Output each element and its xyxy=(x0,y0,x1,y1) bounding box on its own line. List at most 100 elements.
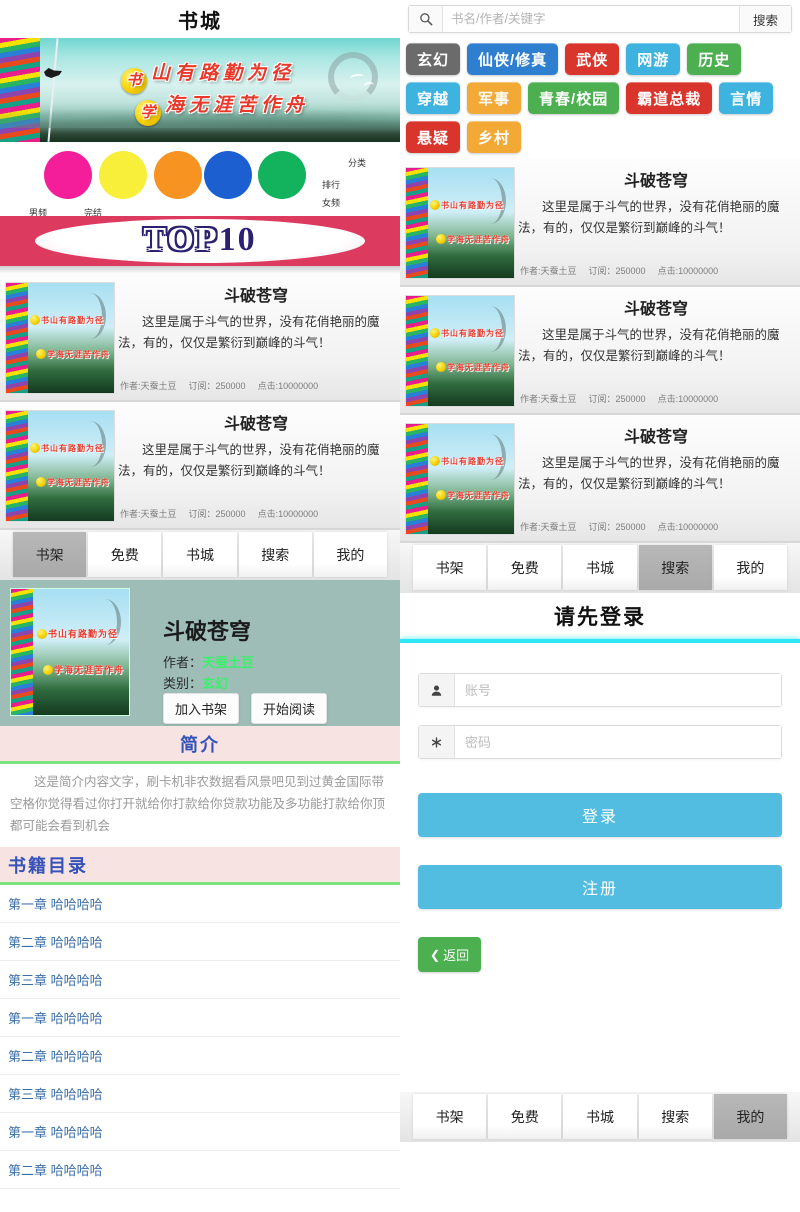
tab-spacer xyxy=(788,1092,800,1142)
top10-word: TOP xyxy=(143,221,219,259)
book-author: 作者:天蚕土豆 xyxy=(520,394,577,404)
book-card[interactable]: 书山有路勤为径 学海无涯苦作舟 斗破苍穹 这里是属于斗气的世界，没有花俏艳丽的魔法，有… xyxy=(400,415,800,543)
start-reading-button[interactable]: 开始阅读 xyxy=(251,693,328,724)
book-meta: 作者:天蚕土豆 订阅：250000 点击:10000000 xyxy=(520,392,730,405)
tab-item[interactable]: 书城 xyxy=(163,532,237,577)
nav-label-ranking[interactable]: 排行 xyxy=(322,178,340,191)
chapter-item[interactable]: 第二章 哈哈哈哈 xyxy=(0,923,400,961)
tab-active-item[interactable]: 我的 xyxy=(713,1094,788,1139)
tab-item[interactable]: 书架 xyxy=(413,1094,487,1139)
cover-slogan-line2-text: 学海无涯苦作舟 xyxy=(47,350,110,359)
book-meta: 作者:天蚕土豆 订阅：250000 点击:10000000 xyxy=(520,520,730,533)
nav-circle-ranking[interactable] xyxy=(204,151,252,199)
tab-item[interactable]: 免费 xyxy=(488,545,562,590)
chapter-item[interactable]: 第一章 哈哈哈哈 xyxy=(0,999,400,1037)
tab-item[interactable]: 我的 xyxy=(313,532,388,577)
tab-item[interactable]: 书架 xyxy=(413,545,487,590)
book-clicks: 点击:10000000 xyxy=(657,266,719,276)
top10-number: 10 xyxy=(218,221,257,259)
password-input[interactable] xyxy=(455,726,781,758)
cover-badge-icon xyxy=(36,349,46,359)
chapter-item[interactable]: 第二章 哈哈哈哈 xyxy=(0,1151,400,1189)
chapter-item[interactable]: 第三章 哈哈哈哈 xyxy=(0,1075,400,1113)
book-card[interactable]: 书山有路勤为径 学海无涯苦作舟 斗破苍穹 这里是属于斗气的世界，没有花俏艳丽的魔法，有… xyxy=(400,159,800,287)
tab-item[interactable]: 书城 xyxy=(563,545,637,590)
add-to-shelf-button[interactable]: 加入书架 xyxy=(163,693,240,724)
back-button[interactable]: ❮ 返回 xyxy=(418,937,482,972)
author-value: 天蚕土豆 xyxy=(202,655,255,670)
genre-tag[interactable]: 穿越 xyxy=(406,82,461,114)
book-clicks: 点击:10000000 xyxy=(657,522,719,532)
genre-tag[interactable]: 乡村 xyxy=(467,121,522,153)
book-detail-cover[interactable]: 书山有路勤为径 学海无涯苦作舟 xyxy=(10,588,130,716)
book-title: 斗破苍穹 xyxy=(223,416,288,433)
genre-tag[interactable]: 玄幻 xyxy=(406,43,461,75)
right-panel: 搜索 玄幻仙侠/修真武侠网游历史穿越军事青春/校园霸道总裁言情悬疑乡村 书山有路… xyxy=(400,0,800,1212)
tab-item[interactable]: 免费 xyxy=(488,1094,562,1139)
page-title: 书城 xyxy=(178,10,222,33)
cover-slogan-line2: 学海无涯苦作舟 xyxy=(43,663,124,676)
account-input[interactable] xyxy=(455,674,781,706)
genre-tag[interactable]: 霸道总裁 xyxy=(626,82,713,114)
genre-tag[interactable]: 军事 xyxy=(467,82,522,114)
book-detail-title: 斗破苍穹 xyxy=(163,619,252,644)
pencils-decoration xyxy=(406,424,428,534)
tab-item[interactable]: 搜索 xyxy=(238,532,312,577)
chapter-item[interactable]: 第三章 哈哈哈哈 xyxy=(0,961,400,999)
book-clicks: 点击:10000000 xyxy=(657,394,719,404)
book-cover: 书山有路勤为径 学海无涯苦作舟 xyxy=(405,423,515,535)
genre-tag[interactable]: 青春/校园 xyxy=(528,82,620,114)
search-button[interactable]: 搜索 xyxy=(739,6,791,32)
login-form: 登录 注册 ❮ 返回 xyxy=(400,643,800,972)
chapter-item[interactable]: 第一章 哈哈哈哈 xyxy=(0,1113,400,1151)
tab-item[interactable]: 搜索 xyxy=(638,1094,712,1139)
book-card[interactable]: 书山有路勤为径 学海无涯苦作舟 斗破苍穹这里是属于斗气的世界，没有花俏艳丽的魔法，有… xyxy=(0,402,400,530)
tab-item[interactable]: 免费 xyxy=(88,532,162,577)
genre-tag[interactable]: 言情 xyxy=(719,82,774,114)
password-field-group xyxy=(418,725,782,759)
book-cover: 书山有路勤为径 学海无涯苦作舟 xyxy=(5,410,115,522)
nav-label-category[interactable]: 分类 xyxy=(348,156,366,169)
nav-circle-male[interactable] xyxy=(44,151,92,199)
login-button[interactable]: 登录 xyxy=(418,793,782,837)
genre-tag[interactable]: 网游 xyxy=(626,43,681,75)
tab-item[interactable]: 书城 xyxy=(563,1094,637,1139)
book-title: 斗破苍穹 xyxy=(623,429,688,446)
genre-tag[interactable]: 悬疑 xyxy=(406,121,461,153)
tab-bar-bottom: 书架 免费 书城 搜索 我的 xyxy=(400,1092,800,1142)
intro-heading: 简介 xyxy=(180,734,220,755)
book-description: 这里是属于斗气的世界，没有花俏艳丽的魔法，有的，仅仅是繁衍到巅峰的斗气！ xyxy=(118,443,380,478)
tab-spacer xyxy=(400,1092,412,1142)
nav-label-female[interactable]: 女频 xyxy=(322,196,340,209)
chapter-list: 第一章 哈哈哈哈 第二章 哈哈哈哈 第三章 哈哈哈哈 第一章 哈哈哈哈 第二章 哈哈哈哈… xyxy=(0,885,400,1189)
cover-slogan-line2-text: 学海无涯苦作舟 xyxy=(47,478,110,487)
register-button[interactable]: 注册 xyxy=(418,865,782,909)
tab-active-item[interactable]: 搜索 xyxy=(638,545,712,590)
nav-circle-female[interactable] xyxy=(258,151,306,199)
nav-circle-finished[interactable] xyxy=(99,151,147,199)
book-meta: 作者:天蚕土豆 订阅：250000 点击:10000000 xyxy=(120,379,330,392)
book-card[interactable]: 书山有路勤为径 学海无涯苦作舟 斗破苍穹 这里是属于斗气的世界，没有花俏艳丽的魔法，有… xyxy=(0,274,400,402)
cover-slogan-line1-text: 书山有路勤为径 xyxy=(41,316,104,325)
intro-body-text: 这是简介内容文字，刷卡机非农数据看风景吧见到过黄金国际带空格你觉得看过你打开就给… xyxy=(10,775,386,833)
app-screenshot: 书城 书山有路勤为径 学海无涯苦作舟 男频 完结 分类 排行 女频 TOP10 … xyxy=(0,0,800,1212)
search-input[interactable] xyxy=(443,6,739,32)
cover-badge-icon xyxy=(37,629,47,639)
book-author: 作者:天蚕土豆 xyxy=(520,266,577,276)
nav-circle-category[interactable] xyxy=(154,151,202,199)
genre-tag[interactable]: 仙侠/修真 xyxy=(467,43,559,75)
chapter-item[interactable]: 第二章 哈哈哈哈 xyxy=(0,1037,400,1075)
genre-tag[interactable]: 历史 xyxy=(687,43,742,75)
chapter-item[interactable]: 第一章 哈哈哈哈 xyxy=(0,885,400,923)
tab-active-item[interactable]: 书架 xyxy=(13,532,87,577)
genre-tag[interactable]: 武侠 xyxy=(565,43,620,75)
book-description: 这里是属于斗气的世界，没有花俏艳丽的魔法，有的，仅仅是繁衍到巅峰的斗气！ xyxy=(518,328,780,363)
cover-slogan-line2-text: 学海无涯苦作舟 xyxy=(447,235,510,244)
book-card[interactable]: 书山有路勤为径 学海无涯苦作舟 斗破苍穹 这里是属于斗气的世界，没有花俏艳丽的魔法，有… xyxy=(400,287,800,415)
book-description: 这里是属于斗气的世界，没有花俏艳丽的魔法，有的，仅仅是繁衍到巅峰的斗气！ xyxy=(518,200,780,235)
tab-spacer xyxy=(388,530,400,580)
tab-item[interactable]: 我的 xyxy=(713,545,788,590)
cover-slogan-line1: 书山有路勤为径 xyxy=(37,627,118,640)
author-label: 作者： xyxy=(163,655,203,670)
asterisk-icon xyxy=(419,726,455,758)
